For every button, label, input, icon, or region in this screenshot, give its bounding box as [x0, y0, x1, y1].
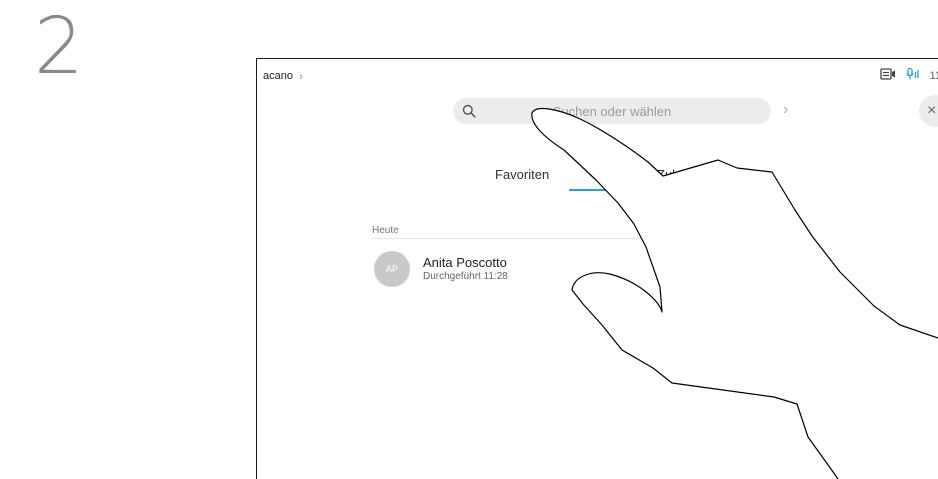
contact-subtitle: Durchgeführt 11:28: [423, 271, 508, 282]
contact-text: Anita Poscotto Durchgeführt 11:28: [423, 255, 508, 283]
avatar: AP: [374, 251, 410, 287]
chevron-right-icon: ›: [298, 69, 303, 83]
tab-recents[interactable]: Zuletzt: [657, 167, 696, 182]
divider: [372, 238, 692, 239]
status-bar: 11:: [879, 67, 938, 83]
tab-bar: Favoriten Zuletzt: [457, 167, 797, 193]
clock-time: 11:: [929, 69, 938, 82]
close-button[interactable]: ×: [919, 95, 938, 127]
section-header: Heute: [372, 225, 399, 236]
tab-favorites[interactable]: Favoriten: [495, 167, 549, 182]
breadcrumb-label: acano: [263, 70, 293, 82]
step-number: 2: [34, 2, 84, 92]
list-item[interactable]: AP Anita Poscotto Durchgeführt 11:28: [374, 251, 508, 287]
search-input[interactable]: [453, 98, 771, 124]
breadcrumb[interactable]: acano ›: [263, 69, 303, 83]
video-layout-icon[interactable]: [879, 68, 896, 83]
microphone-icon[interactable]: [905, 67, 920, 83]
chevron-right-icon[interactable]: ›: [783, 101, 788, 119]
contact-name: Anita Poscotto: [423, 255, 507, 270]
close-icon: ×: [927, 102, 937, 119]
touch-panel-screen: acano › 11:: [256, 58, 938, 479]
active-tab-indicator: [569, 189, 629, 191]
search-bar[interactable]: [453, 98, 771, 124]
search-icon: [462, 104, 476, 123]
